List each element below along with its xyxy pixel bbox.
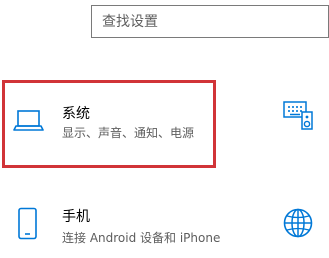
tile-system[interactable]: 系统 显示、声音、通知、电源 xyxy=(2,80,216,168)
devices-icon[interactable] xyxy=(282,99,314,131)
search-box[interactable] xyxy=(91,5,329,38)
tile-phone-title: 手机 xyxy=(62,209,90,225)
tile-system-title: 系统 xyxy=(62,106,90,122)
tile-phone-description: 连接 Android 设备和 iPhone xyxy=(62,231,221,245)
settings-home: 系统 显示、声音、通知、电源 手机 连接 Android 设备和 iPhone xyxy=(0,0,329,258)
tile-phone[interactable]: 手机 连接 Android 设备和 iPhone xyxy=(2,195,220,255)
phone-icon xyxy=(18,207,37,240)
globe-icon[interactable] xyxy=(282,207,314,239)
tile-system-description: 显示、声音、通知、电源 xyxy=(62,126,195,140)
laptop-icon xyxy=(13,110,44,131)
search-input[interactable] xyxy=(92,6,328,37)
